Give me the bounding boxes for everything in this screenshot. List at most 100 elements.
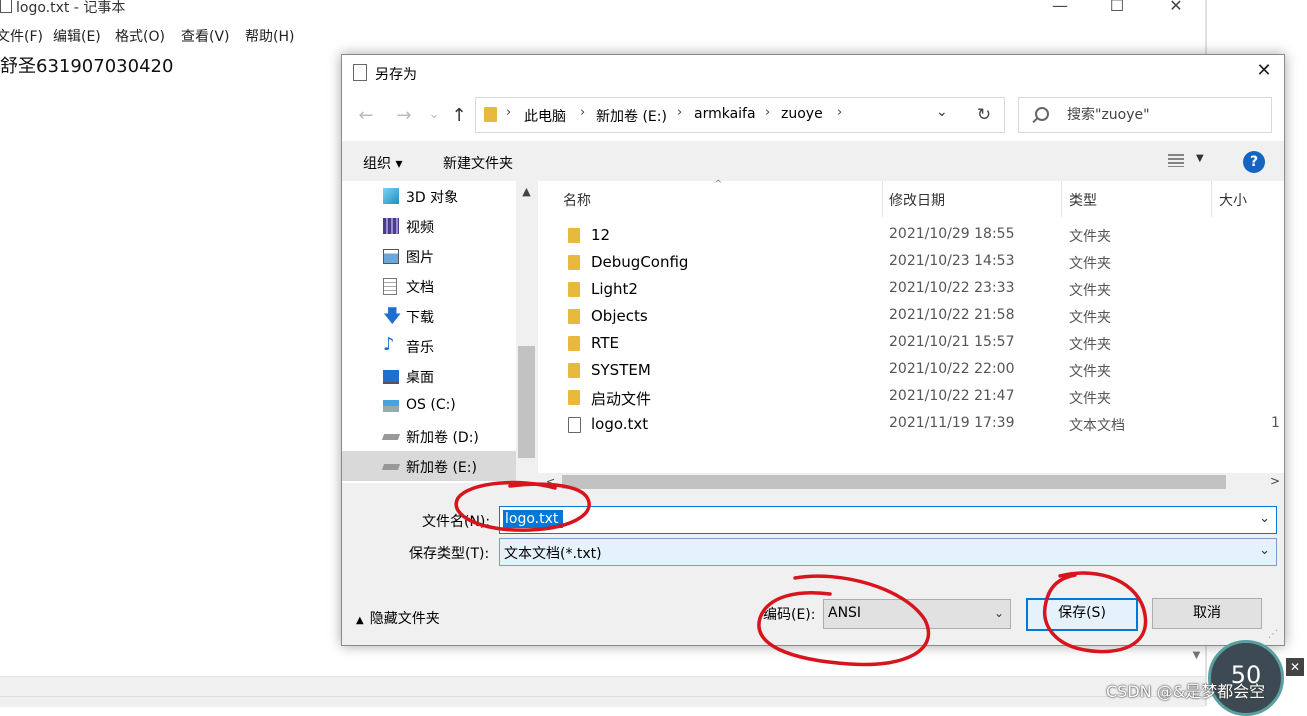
dialog-close-button[interactable]: ✕ [1252,59,1276,83]
scroll-right-icon[interactable]: > [1270,474,1280,488]
breadcrumb-separator[interactable]: › [765,105,770,120]
forward-button[interactable]: → [394,105,414,126]
hide-folders-toggle[interactable]: ▲ 隐藏文件夹 [356,608,440,628]
breadcrumb-separator[interactable]: › [677,105,682,120]
file-row[interactable]: RTE 2021/10/21 15:57 文件夹 [538,330,1284,357]
address-bar[interactable]: › 此电脑 › 新加卷 (E:) › armkaifa › zuoye › ⌄ [475,97,965,133]
nav-item-3d-objects[interactable]: 3D 对象 [342,181,516,211]
file-type: 文件夹 [1069,229,1111,245]
menu-help[interactable]: 帮助(H) [245,26,294,46]
filetype-label: 保存类型(T): [409,546,490,562]
file-type: 文件夹 [1069,256,1111,272]
nav-item-documents[interactable]: 文档 [342,271,516,301]
file-row[interactable]: 启动文件 2021/10/22 21:47 文件夹 [538,384,1284,411]
column-divider[interactable] [1211,181,1212,217]
file-row[interactable]: DebugConfig 2021/10/23 14:53 文件夹 [538,249,1284,276]
encoding-value: ANSI [828,605,862,621]
new-folder-button[interactable]: 新建文件夹 [443,153,513,173]
recent-locations-button[interactable]: ⌄ [424,107,444,122]
resize-grip-icon[interactable]: ⋰ [1268,629,1278,640]
maximize-button[interactable]: ☐ [1107,0,1127,15]
breadcrumb-separator[interactable]: › [837,105,842,120]
column-date[interactable]: 修改日期 [889,190,945,210]
nav-item-music[interactable]: ♪ 音乐 [342,331,516,361]
file-list-horizontal-scrollbar[interactable]: < > [538,473,1284,491]
column-size[interactable]: 大小 [1219,190,1247,210]
chevron-down-icon[interactable]: ⌄ [1259,543,1270,558]
nav-item-label: 3D 对象 [406,190,459,206]
nav-item-drive-e[interactable]: 新加卷 (E:) [342,451,516,481]
file-row[interactable]: logo.txt 2021/11/19 17:39 文本文档 1 [538,411,1284,438]
cancel-button[interactable]: 取消 [1152,598,1262,629]
scroll-up-icon[interactable]: ▲ [516,185,537,198]
breadcrumb-armkaifa[interactable]: armkaifa [694,106,756,122]
breadcrumb-zuoye[interactable]: zuoye [781,106,823,122]
file-list: ^ 名称 修改日期 类型 大小 12 2021/10/29 18:55 文件夹 … [538,179,1284,491]
notepad-text-area[interactable]: 舒圣631907030420 [0,52,173,78]
refresh-button[interactable]: ↻ [964,97,1005,133]
file-name: 12 [591,226,611,244]
file-name: logo.txt [591,415,649,433]
scroll-thumb[interactable] [518,346,535,458]
file-type: 文件夹 [1069,391,1111,407]
nav-item-desktop[interactable]: 桌面 [342,361,516,391]
file-name: DebugConfig [591,253,689,271]
nav-item-label: 图片 [406,250,434,266]
nav-item-videos[interactable]: 视频 [342,211,516,241]
sort-up-icon: ^ [714,179,723,190]
widget-close-icon[interactable]: ✕ [1286,658,1304,676]
scroll-thumb[interactable] [562,475,1226,489]
notepad-scroll-down-icon[interactable]: ▼ [1188,650,1205,676]
nav-item-downloads[interactable]: 🡇 下载 [342,301,516,331]
file-row[interactable]: 12 2021/10/29 18:55 文件夹 [538,222,1284,249]
filename-combobox[interactable]: ⌄ [499,506,1277,534]
nav-item-drive-c[interactable]: OS (C:) [342,391,516,421]
caret-down-icon[interactable]: ▼ [1196,153,1204,164]
search-box[interactable] [1018,97,1272,133]
menu-file[interactable]: 文件(F) [0,26,43,46]
close-window-button[interactable]: ✕ [1166,0,1186,15]
file-row[interactable]: Objects 2021/10/22 21:58 文件夹 [538,303,1284,330]
filetype-select[interactable]: 文本文档(*.txt) ⌄ [499,538,1277,566]
help-icon[interactable]: ? [1243,151,1265,173]
organize-button[interactable]: 组织 ▾ [363,153,402,173]
notepad-horizontal-scrollbar[interactable] [0,676,1205,697]
up-button[interactable]: ↑ [449,105,469,126]
folder-icon [484,107,497,122]
nav-item-pictures[interactable]: 图片 [342,241,516,271]
file-row[interactable]: Light2 2021/10/22 23:33 文件夹 [538,276,1284,303]
file-name: 启动文件 [591,390,652,408]
back-button[interactable]: ← [356,105,376,126]
column-name[interactable]: 名称 [563,190,591,210]
scroll-left-icon[interactable]: < [546,475,555,488]
file-row[interactable]: SYSTEM 2021/10/22 22:00 文件夹 [538,357,1284,384]
nav-pane-scrollbar[interactable]: ▲ [516,181,537,483]
column-divider[interactable] [882,181,883,217]
dialog-toolbar: 组织 ▾ 新建文件夹 ▼ ? [342,141,1284,181]
column-divider[interactable] [1061,181,1062,217]
menu-view[interactable]: 查看(V) [181,26,230,46]
view-options-icon[interactable] [1168,154,1184,167]
file-name: SYSTEM [591,361,651,379]
column-type[interactable]: 类型 [1069,190,1097,210]
filename-input[interactable] [503,510,563,528]
file-size: 1 [1271,415,1280,431]
encoding-select[interactable]: ANSI ⌄ [823,599,1011,629]
breadcrumb-drive-e[interactable]: 新加卷 (E:) [596,106,667,126]
chevron-down-icon[interactable]: ⌄ [1259,511,1270,526]
notepad-title-text: logo.txt - 记事本 [16,0,126,16]
nav-item-drive-d[interactable]: 新加卷 (D:) [342,421,516,451]
save-button[interactable]: 保存(S) [1026,598,1138,631]
chevron-down-icon[interactable]: ⌄ [936,104,948,120]
breadcrumb-this-pc[interactable]: 此电脑 [524,106,566,126]
breadcrumb-separator[interactable]: › [580,105,585,120]
minimize-button[interactable]: — [1050,0,1070,15]
menu-format[interactable]: 格式(O) [115,26,165,46]
breadcrumb-separator[interactable]: › [506,105,511,120]
search-input[interactable] [1065,104,1269,126]
chevron-down-icon[interactable]: ⌄ [994,606,1004,620]
nav-item-label: 音乐 [406,340,434,356]
file-date: 2021/10/22 21:47 [889,388,1015,404]
nav-item-label: 下载 [406,310,434,326]
menu-edit[interactable]: 编辑(E) [53,26,101,46]
